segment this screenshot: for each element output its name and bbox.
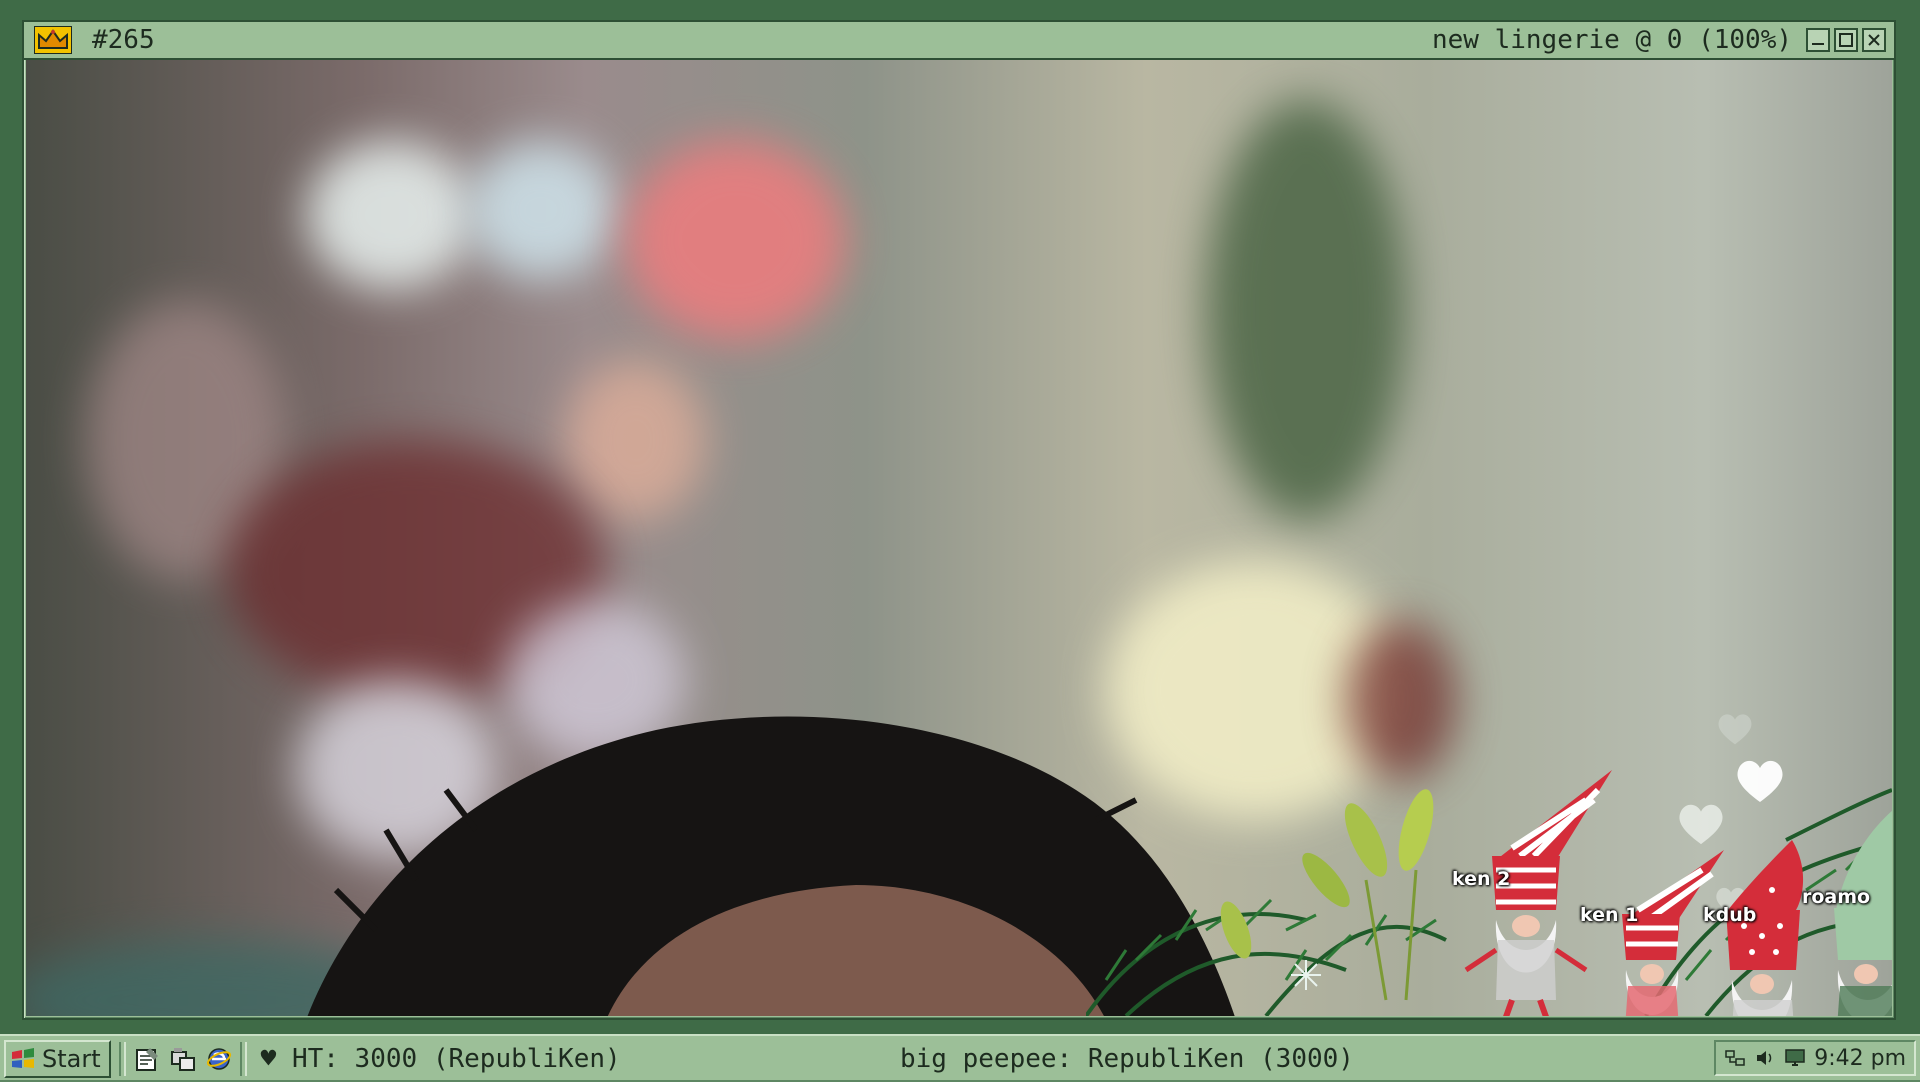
hype-train-ticker: ♥ HT: 3000 (RepubliKen) (260, 1044, 621, 1074)
crown-icon (34, 26, 72, 54)
window-number: #265 (92, 25, 155, 55)
monitor-icon[interactable] (1784, 1047, 1806, 1069)
clock[interactable]: 9:42 pm (1814, 1046, 1906, 1071)
maximize-icon (1839, 33, 1853, 47)
start-label: Start (42, 1045, 101, 1073)
gnome-label-kdub: kdub (1703, 904, 1757, 926)
bokeh-light (626, 140, 846, 340)
minimize-button[interactable] (1806, 28, 1830, 52)
volume-icon[interactable] (1754, 1047, 1776, 1069)
explorer-icon[interactable] (170, 1046, 196, 1072)
close-icon (1868, 34, 1880, 46)
browser-icon[interactable] (206, 1046, 232, 1072)
window-controls (1806, 28, 1886, 52)
heart-icon (1718, 714, 1752, 745)
notepad-icon[interactable] (134, 1046, 160, 1072)
gnome-label-ken-2: ken 2 (1452, 868, 1511, 890)
bokeh-light (566, 360, 706, 520)
snowflake-icon (1291, 960, 1321, 990)
windows-logo-icon (12, 1048, 34, 1068)
taskbar-separator (239, 1042, 247, 1076)
video-feed: ken 2 ken 1 kdub roamo (26, 60, 1892, 1016)
bokeh-light (466, 140, 616, 280)
start-button[interactable]: Start (4, 1040, 111, 1078)
maximize-button[interactable] (1834, 28, 1858, 52)
taskbar: Start ♥ HT: 3000 (RepubliKen) big peepee… (0, 1034, 1920, 1082)
title-bar[interactable]: #265 new lingerie @ 0 (100%) (24, 22, 1894, 60)
taskbar-separator (118, 1042, 126, 1076)
window-status: new lingerie @ 0 (100%) (1431, 25, 1792, 55)
top-donor-ticker: big peepee: RepubliKen (3000) (900, 1044, 1354, 1074)
close-button[interactable] (1862, 28, 1886, 52)
gnome-label-roamo: roamo (1802, 886, 1871, 908)
bokeh-light (1206, 100, 1406, 520)
heart-icon (1737, 760, 1783, 802)
system-tray: 9:42 pm (1714, 1040, 1916, 1076)
bokeh-light (306, 140, 476, 290)
minimize-icon (1812, 43, 1824, 45)
stream-window: #265 new lingerie @ 0 (100%) ken 2 ken 1… (22, 20, 1896, 1020)
gnome-label-ken-1: ken 1 (1580, 904, 1639, 926)
quick-launch (134, 1046, 232, 1072)
network-icon[interactable] (1724, 1047, 1746, 1069)
